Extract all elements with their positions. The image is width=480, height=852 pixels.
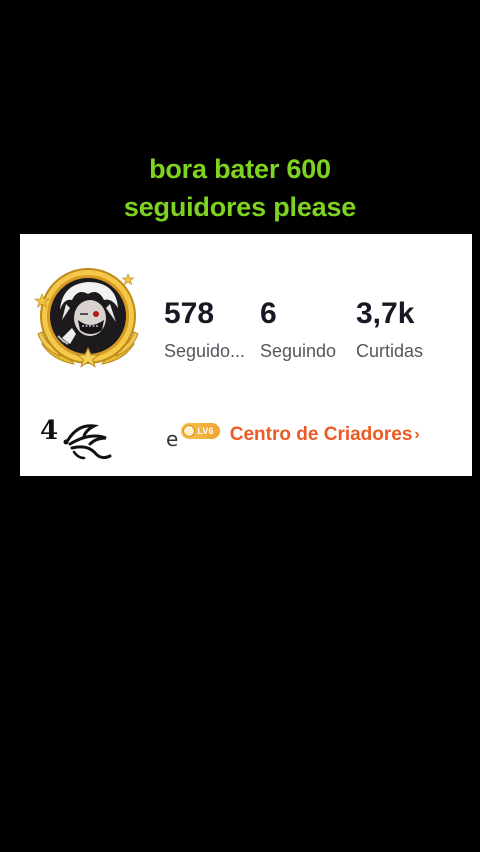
caption-line-1: bora bater 600 [149, 154, 331, 184]
profile-card: 578 Seguido... 6 Seguindo 3,7k Curtidas … [20, 234, 472, 476]
brand-logo: 4 [40, 416, 120, 462]
stat-followers[interactable]: 578 Seguido... [164, 296, 245, 362]
creator-center-link[interactable]: e LV6 Centro de Criadores › [166, 420, 420, 451]
following-label: Seguindo [260, 341, 337, 361]
small-glyph: e [166, 427, 179, 451]
level-coin-icon [183, 425, 196, 437]
brand-number: 4 [40, 416, 59, 446]
chevron-right-icon: › [414, 426, 420, 443]
bottom-row: 4 e LV6 Centro de Criadores › [20, 412, 472, 462]
avatar[interactable] [32, 264, 144, 376]
caption-line-2: seguidores please [123, 192, 357, 222]
swirl-logo-icon [63, 424, 112, 460]
caption-overlay: bora bater 600 seguidores please [0, 150, 480, 226]
followers-count: 578 [164, 297, 215, 330]
level-text: LV6 [197, 426, 214, 436]
followers-label: Seguido... [164, 341, 246, 361]
level-badge: LV6 [181, 423, 220, 439]
likes-label: Curtidas [356, 341, 424, 361]
following-count: 6 [260, 297, 277, 330]
likes-count: 3,7k [356, 297, 415, 330]
stat-following[interactable]: 6 Seguindo [260, 296, 336, 362]
creator-center-label: Centro de Criadores [229, 424, 413, 445]
avatar-gold-frame-icon [34, 268, 139, 368]
stat-likes[interactable]: 3,7k Curtidas [356, 296, 423, 362]
